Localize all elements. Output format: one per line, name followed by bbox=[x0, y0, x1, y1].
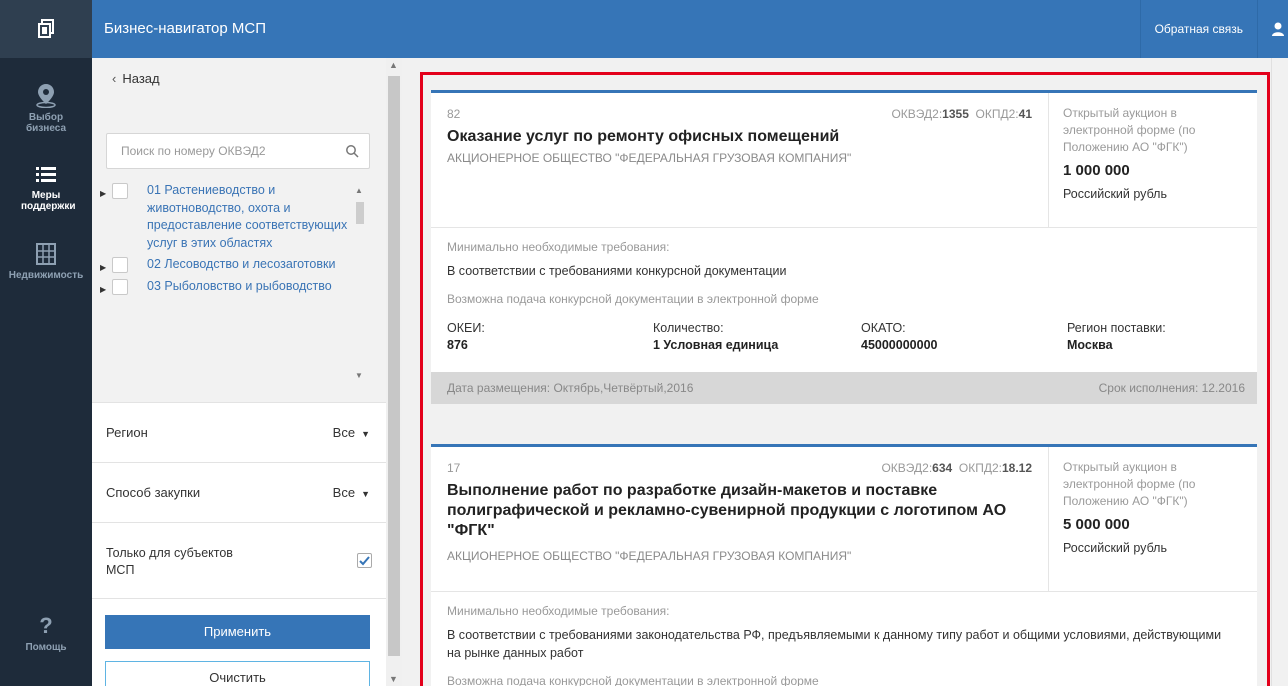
chevron-left-icon: ‹ bbox=[112, 71, 117, 86]
expand-triangle-icon[interactable]: ▶ bbox=[100, 185, 106, 203]
scroll-up-icon[interactable]: ▲ bbox=[389, 60, 398, 70]
feedback-link[interactable]: Обратная связь bbox=[1139, 0, 1258, 58]
nav-real-estate[interactable]: Недвижимость bbox=[0, 242, 92, 281]
question-icon: ? bbox=[39, 613, 53, 638]
location-pin-icon bbox=[36, 84, 56, 108]
page-scrollbar[interactable] bbox=[1271, 58, 1288, 686]
tree-node-label[interactable]: 03 Рыболовство и рыбоводство bbox=[147, 279, 332, 293]
msp-only-filter[interactable]: Только для субъектов МСП bbox=[92, 522, 386, 598]
okved-search bbox=[106, 133, 370, 169]
tree-node[interactable]: ▶ 02 Лесоводство и лесозаготовки bbox=[100, 256, 352, 274]
nav-support-measures-label: Меры поддержки bbox=[21, 190, 76, 212]
msp-only-label: Только для субъектов МСП bbox=[106, 546, 233, 577]
region-select-value: Все bbox=[332, 425, 356, 440]
filter-panel: ‹ Назад ▶ 01 Растениеводство и животновод… bbox=[92, 58, 386, 686]
layers-icon bbox=[38, 19, 54, 38]
building-grid-icon bbox=[36, 243, 56, 265]
tree-scrollbar[interactable]: ▲ ▼ bbox=[352, 182, 366, 382]
panel-scrollbar[interactable]: ▲ ▼ bbox=[386, 58, 402, 686]
user-icon bbox=[1272, 22, 1284, 36]
results-list: 82 ОКВЭД2:1355 ОКПД2:41 Оказание услуг п… bbox=[402, 58, 1288, 686]
okved-search-input[interactable] bbox=[107, 134, 327, 168]
okved-tree: ▶ 01 Растениеводство и животноводство, о… bbox=[100, 182, 352, 299]
nav-help-label: Помощь bbox=[25, 642, 67, 653]
user-menu[interactable] bbox=[1258, 0, 1288, 58]
tree-scroll-thumb[interactable] bbox=[356, 202, 364, 224]
clear-button[interactable]: Очистить bbox=[105, 661, 370, 686]
tree-node-label[interactable]: 02 Лесоводство и лесозаготовки bbox=[147, 257, 335, 271]
list-icon bbox=[36, 167, 56, 182]
panel-scroll-thumb[interactable] bbox=[388, 76, 400, 656]
msp-only-checkbox[interactable] bbox=[357, 553, 372, 568]
tree-node-label[interactable]: 01 Растениеводство и животноводство, охо… bbox=[147, 183, 347, 250]
procurement-method-select[interactable]: Все ▼ bbox=[333, 463, 370, 524]
nav-business-choice[interactable]: Выбор бизнеса bbox=[0, 82, 92, 134]
back-label: Назад bbox=[122, 71, 160, 86]
search-icon bbox=[346, 145, 359, 158]
tree-checkbox[interactable] bbox=[112, 278, 128, 295]
checkmark-icon bbox=[359, 556, 370, 566]
app-logo[interactable] bbox=[0, 0, 92, 58]
apply-button[interactable]: Применить bbox=[105, 615, 370, 649]
expand-triangle-icon[interactable]: ▶ bbox=[100, 259, 106, 277]
nav-business-choice-label: Выбор бизнеса bbox=[26, 112, 67, 134]
tree-node[interactable]: ▶ 01 Растениеводство и животноводство, о… bbox=[100, 182, 352, 252]
app-title[interactable]: Бизнес-навигатор МСП bbox=[104, 20, 266, 37]
top-bar: Бизнес-навигатор МСП Обратная связь bbox=[92, 0, 1288, 58]
nav-help[interactable]: ? Помощь bbox=[0, 613, 92, 654]
caret-down-icon: ▼ bbox=[361, 489, 370, 499]
scroll-up-icon[interactable]: ▲ bbox=[355, 186, 363, 195]
back-link[interactable]: ‹ Назад bbox=[92, 58, 386, 100]
panel-divider bbox=[92, 598, 386, 599]
procurement-method-value: Все bbox=[332, 485, 356, 500]
region-filter-label: Регион bbox=[106, 425, 148, 440]
highlight-frame bbox=[420, 72, 1270, 686]
scroll-down-icon[interactable]: ▼ bbox=[389, 674, 398, 684]
procurement-method-filter[interactable]: Способ закупки Все ▼ bbox=[92, 462, 386, 522]
tree-checkbox[interactable] bbox=[112, 257, 128, 273]
tree-node[interactable]: ▶ 03 Рыболовство и рыбоводство bbox=[100, 278, 352, 296]
procurement-method-label: Способ закупки bbox=[106, 485, 201, 500]
caret-down-icon: ▼ bbox=[361, 429, 370, 439]
scroll-down-icon[interactable]: ▼ bbox=[355, 371, 363, 380]
nav-real-estate-label: Недвижимость bbox=[8, 270, 84, 281]
left-rail: Выбор бизнеса Меры поддержки Недвижимост… bbox=[0, 0, 92, 686]
region-select[interactable]: Все ▼ bbox=[333, 403, 370, 464]
region-filter[interactable]: Регион Все ▼ bbox=[92, 402, 386, 462]
tree-checkbox[interactable] bbox=[112, 183, 128, 199]
expand-triangle-icon[interactable]: ▶ bbox=[100, 281, 106, 299]
nav-support-measures[interactable]: Меры поддержки bbox=[0, 164, 92, 212]
